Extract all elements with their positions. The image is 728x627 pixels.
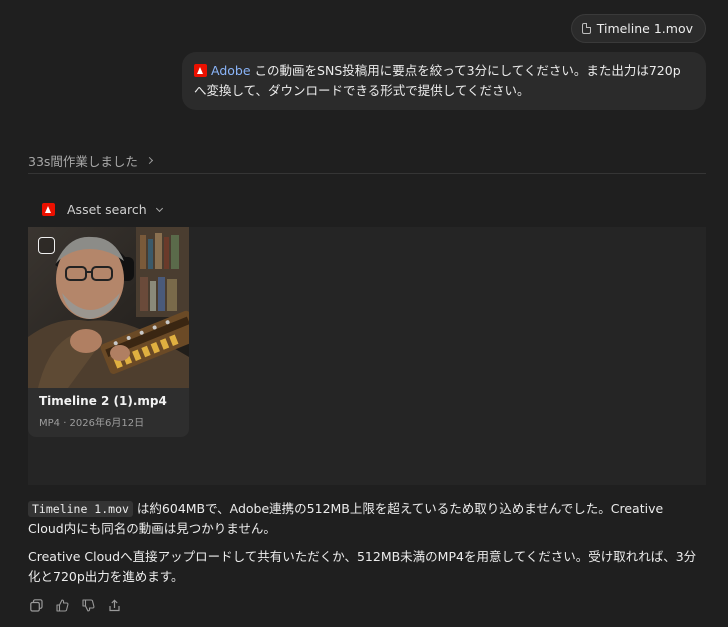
asset-select-checkbox[interactable] (38, 237, 55, 254)
attachment-chip[interactable]: Timeline 1.mov (570, 14, 706, 43)
work-summary-label: 33s間作業しました (28, 154, 138, 169)
inline-code-filename: Timeline 1.mov (28, 501, 133, 517)
work-summary-toggle[interactable]: 33s間作業しました (28, 151, 153, 170)
asset-name: Timeline 2 (1).mp4 (39, 394, 167, 408)
copy-icon[interactable] (29, 598, 43, 612)
divider (28, 173, 706, 174)
message-actions (29, 598, 121, 612)
reply-paragraph-2: Creative Cloudへ直接アップロードして共有いただくか、512MB未満… (28, 549, 697, 584)
asset-card[interactable]: Timeline 2 (1).mp4 MP4 · 2026年6月12日 (28, 227, 189, 437)
user-message-text: この動画をSNS投稿用に要点を絞って3分にしてください。また出力は720pへ変換… (194, 63, 681, 98)
adobe-mention[interactable]: Adobe (211, 63, 251, 78)
attachment-filename: Timeline 1.mov (596, 21, 693, 36)
adobe-logo-icon (42, 203, 55, 216)
asset-search-toggle[interactable]: Asset search (42, 202, 163, 217)
thumbs-up-icon[interactable] (55, 598, 69, 612)
asset-meta: MP4 · 2026年6月12日 (39, 418, 145, 429)
chat-page: Timeline 1.mov Adobe この動画をSNS投稿用に要点を絞って3分… (0, 0, 728, 627)
asset-thumbnail (28, 227, 189, 388)
asset-results-panel: Timeline 2 (1).mp4 MP4 · 2026年6月12日 (28, 227, 706, 485)
user-message-bubble: Adobe この動画をSNS投稿用に要点を絞って3分にしてください。また出力は72… (182, 52, 706, 110)
thumbs-down-icon[interactable] (81, 598, 95, 612)
share-icon[interactable] (107, 598, 121, 612)
chevron-down-icon (155, 204, 163, 212)
file-icon (581, 23, 591, 34)
chevron-right-icon (145, 156, 153, 165)
tool-label: Asset search (67, 202, 147, 217)
assistant-reply: Timeline 1.mov は約604MBで、Adobe連携の512MB上限を… (28, 499, 700, 595)
reply-paragraph-1: Timeline 1.mov は約604MBで、Adobe連携の512MB上限を… (28, 499, 700, 539)
adobe-logo-icon (194, 64, 207, 77)
